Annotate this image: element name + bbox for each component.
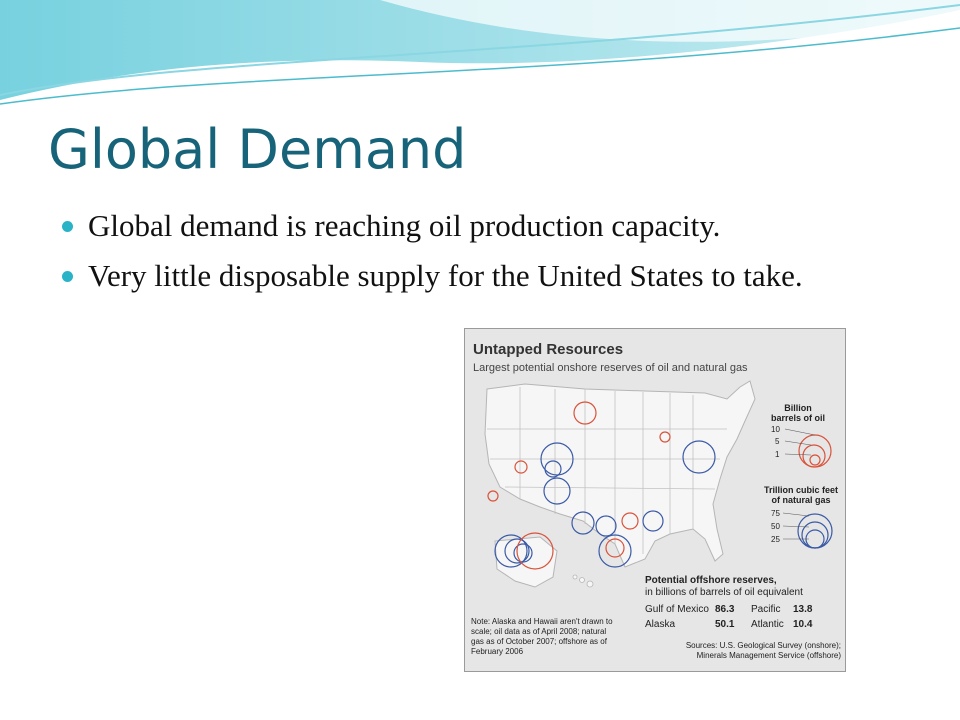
bullet-list: Global demand is reaching oil production… [60,205,900,305]
bullet-item: Global demand is reaching oil production… [60,205,900,247]
legend-leader-line [784,453,812,456]
offshore-region-value: 86.3 [715,604,735,615]
oil-legend-circle [809,454,821,466]
figure-title: Untapped Resources [473,341,624,358]
hawaii-outline [572,574,594,588]
legend-leader-line [784,440,812,446]
offshore-heading: Potential offshore reserves, in billions… [645,575,803,599]
bullet-dot-icon [62,221,73,232]
oil-legend-circle [802,444,826,468]
offshore-region-name: Atlantic [751,619,784,630]
oil-legend-heading: Billion barrels of oil [770,403,825,423]
gas-legend-heading: Trillion cubic feet of natural gas [763,485,838,505]
bullet-text: Global demand is reaching oil production… [88,208,721,243]
reserves-map-figure: Untapped Resources Largest potential ons… [464,328,846,672]
gas-legend-value: 75 [771,509,780,518]
offshore-region-name: Alaska [645,619,676,630]
offshore-region-value: 10.4 [793,619,813,630]
decorative-wave-header [0,0,960,105]
bullet-dot-icon [62,271,73,282]
legend-leader-line [784,428,816,436]
oil-legend-value: 5 [775,437,780,446]
offshore-region-value: 13.8 [793,604,813,615]
gas-legend-value: 50 [771,522,780,531]
slide: Global Demand Global demand is reaching … [0,0,960,720]
slide-title: Global Demand [48,118,467,181]
oil-legend-value: 10 [771,425,780,434]
oil-reserve-circle [487,490,499,502]
figure-subtitle: Largest potential onshore reserves of oi… [473,362,748,374]
offshore-subtitle: in billions of barrels of oil equivalent [645,587,803,598]
offshore-region-name: Gulf of Mexico [645,604,709,615]
offshore-region-value: 50.1 [715,619,735,630]
legend-leader-line [782,512,810,517]
figure-note: Note: Alaska and Hawaii aren't drawn to … [471,617,613,656]
bullet-item: Very little disposable supply for the Un… [60,255,900,297]
gas-legend-value: 25 [771,535,780,544]
bullet-text: Very little disposable supply for the Un… [88,258,803,293]
figure-sources: Sources: U.S. Geological Survey (onshore… [685,641,841,660]
oil-legend-value: 1 [775,450,780,459]
gas-legend-circle [801,521,829,549]
offshore-region-name: Pacific [751,604,781,615]
offshore-title: Potential offshore reserves, [645,575,777,586]
